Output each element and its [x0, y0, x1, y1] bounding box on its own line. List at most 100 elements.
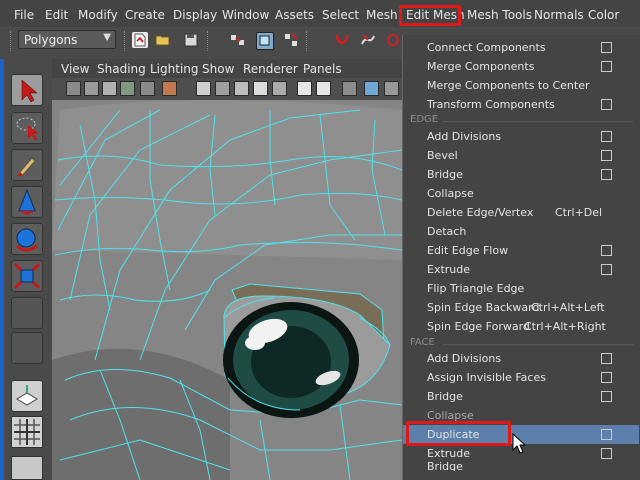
menu-modify[interactable]: Modify	[78, 0, 118, 27]
select-component-icon[interactable]	[283, 32, 299, 48]
menu-mesh[interactable]: Mesh	[366, 0, 398, 27]
two-d-pan-icon[interactable]	[120, 81, 135, 96]
option-box-icon[interactable]	[601, 61, 612, 72]
menu-set-dropdown[interactable]: Polygons ▼	[18, 30, 116, 49]
image-plane-icon[interactable]	[102, 81, 117, 96]
grid-toggle-icon[interactable]	[162, 81, 177, 96]
menu-item-spin-edge-forward[interactable]: Spin Edge Forward Ctrl+Alt+Right	[403, 317, 639, 336]
option-box-icon[interactable]	[601, 131, 612, 142]
menu-item-edit-edge-flow[interactable]: Edit Edge Flow	[403, 241, 639, 260]
scale-tool-button[interactable]	[11, 260, 43, 292]
option-box-icon[interactable]	[601, 372, 612, 383]
menu-item-face-bridge[interactable]: Bridge	[403, 387, 639, 406]
menu-item-connect-components[interactable]: Connect Components	[403, 38, 639, 57]
menu-create[interactable]: Create	[125, 0, 165, 27]
outliner-layout-button[interactable]	[11, 456, 43, 480]
lights-icon[interactable]	[297, 81, 312, 96]
lasso-tool-button[interactable]	[11, 112, 43, 144]
open-scene-icon[interactable]	[155, 32, 171, 48]
smooth-shade-icon[interactable]	[215, 81, 230, 96]
select-object-icon[interactable]	[256, 32, 274, 50]
paint-select-tool-button[interactable]	[11, 149, 43, 181]
menu-file[interactable]: File	[14, 0, 34, 27]
menu-color[interactable]: Color	[588, 0, 619, 27]
panel-menu-view[interactable]: View	[61, 62, 89, 76]
menu-item-merge-components-to-center[interactable]: Merge Components to Center	[403, 76, 639, 95]
scale-icon	[13, 262, 41, 290]
option-box-icon[interactable]	[601, 448, 612, 459]
move-tool-button[interactable]	[11, 186, 43, 218]
last-tool-button[interactable]	[11, 297, 43, 329]
menu-item-detach[interactable]: Detach	[403, 222, 639, 241]
wireframe-toggle-icon[interactable]	[196, 81, 211, 96]
option-box-icon[interactable]	[601, 42, 612, 53]
menu-assets[interactable]: Assets	[275, 0, 314, 27]
menu-item-edge-add-divisions[interactable]: Add Divisions	[403, 127, 639, 146]
menu-item-transform-components[interactable]: Transform Components	[403, 95, 639, 114]
section-divider	[443, 121, 633, 122]
option-box-icon[interactable]	[601, 391, 612, 402]
panel-menu-lighting[interactable]: Lighting	[150, 62, 199, 76]
menu-item-label: Extrude	[427, 263, 471, 276]
menu-window[interactable]: Window	[222, 0, 269, 27]
menu-item-bridge-ghost: Bridge	[403, 459, 639, 471]
bookmarks-icon[interactable]	[84, 81, 99, 96]
four-view-layout-button[interactable]	[11, 416, 43, 448]
menu-item-delete-edge-vertex[interactable]: Delete Edge/Vertex Ctrl+Del	[403, 203, 639, 222]
textured-icon[interactable]	[272, 81, 287, 96]
perspective-viewport[interactable]	[52, 100, 402, 480]
snap-curve-icon[interactable]	[360, 32, 376, 48]
option-box-icon[interactable]	[601, 245, 612, 256]
rotate-tool-button[interactable]	[11, 223, 43, 255]
option-box-icon[interactable]	[601, 150, 612, 161]
select-tool-button[interactable]	[11, 74, 43, 106]
menu-item-flip-triangle-edge[interactable]: Flip Triangle Edge	[403, 279, 639, 298]
edit-mesh-highlight-box	[399, 5, 461, 26]
menu-display[interactable]: Display	[173, 0, 217, 27]
grease-pencil-icon[interactable]	[140, 81, 155, 96]
camera-attributes-icon[interactable]	[66, 81, 81, 96]
menu-item-edge-bridge[interactable]: Bridge	[403, 165, 639, 184]
option-box-icon[interactable]	[601, 353, 612, 364]
snap-grid-icon[interactable]	[334, 32, 350, 48]
mouse-cursor-icon	[512, 433, 527, 454]
menu-item-edge-extrude[interactable]: Extrude	[403, 260, 639, 279]
lasso-icon	[16, 117, 39, 141]
option-box-icon[interactable]	[601, 99, 612, 110]
save-scene-icon[interactable]	[183, 32, 199, 48]
select-hierarchy-icon[interactable]	[230, 32, 246, 48]
menu-item-merge-components[interactable]: Merge Components	[403, 57, 639, 76]
panel-menu-shading[interactable]: Shading	[97, 62, 146, 76]
default-material-icon[interactable]	[253, 81, 268, 96]
menu-normals[interactable]: Normals	[534, 0, 584, 27]
panel-menu-panels[interactable]: Panels	[303, 62, 342, 76]
menu-item-bevel[interactable]: Bevel	[403, 146, 639, 165]
isolate-select-icon[interactable]	[364, 81, 379, 96]
wireframe-on-shaded-icon[interactable]	[234, 81, 249, 96]
xray-joints-icon[interactable]	[384, 81, 399, 96]
menu-item-face-add-divisions[interactable]: Add Divisions	[403, 349, 639, 368]
shadows-icon[interactable]	[316, 81, 331, 96]
panel-menu-renderer[interactable]: Renderer	[243, 62, 298, 76]
option-box-icon[interactable]	[601, 429, 612, 440]
shelf-separator	[124, 31, 127, 51]
option-box-icon[interactable]	[601, 169, 612, 180]
menu-select[interactable]: Select	[322, 0, 359, 27]
xray-icon[interactable]	[342, 81, 357, 96]
empty-tool-slot[interactable]	[11, 332, 43, 364]
mesh-render	[52, 100, 402, 480]
menu-edit[interactable]: Edit	[45, 0, 68, 27]
menu-item-assign-invisible-faces[interactable]: Assign Invisible Faces	[403, 368, 639, 387]
new-scene-icon[interactable]	[132, 32, 148, 48]
panel-menu-show[interactable]: Show	[202, 62, 234, 76]
menu-mesh-tools[interactable]: Mesh Tools	[467, 0, 532, 27]
menu-item-spin-edge-backward[interactable]: Spin Edge Backward Ctrl+Alt+Left	[403, 298, 639, 317]
menu-item-label: Merge Components	[427, 60, 535, 73]
menu-item-edge-collapse[interactable]: Collapse	[403, 184, 639, 203]
section-divider	[443, 344, 633, 345]
menu-item-label: Detach	[427, 225, 467, 238]
snap-point-icon[interactable]	[385, 32, 401, 48]
single-perspective-layout-button[interactable]	[11, 380, 43, 412]
rotate-icon	[16, 228, 38, 252]
option-box-icon[interactable]	[601, 264, 612, 275]
